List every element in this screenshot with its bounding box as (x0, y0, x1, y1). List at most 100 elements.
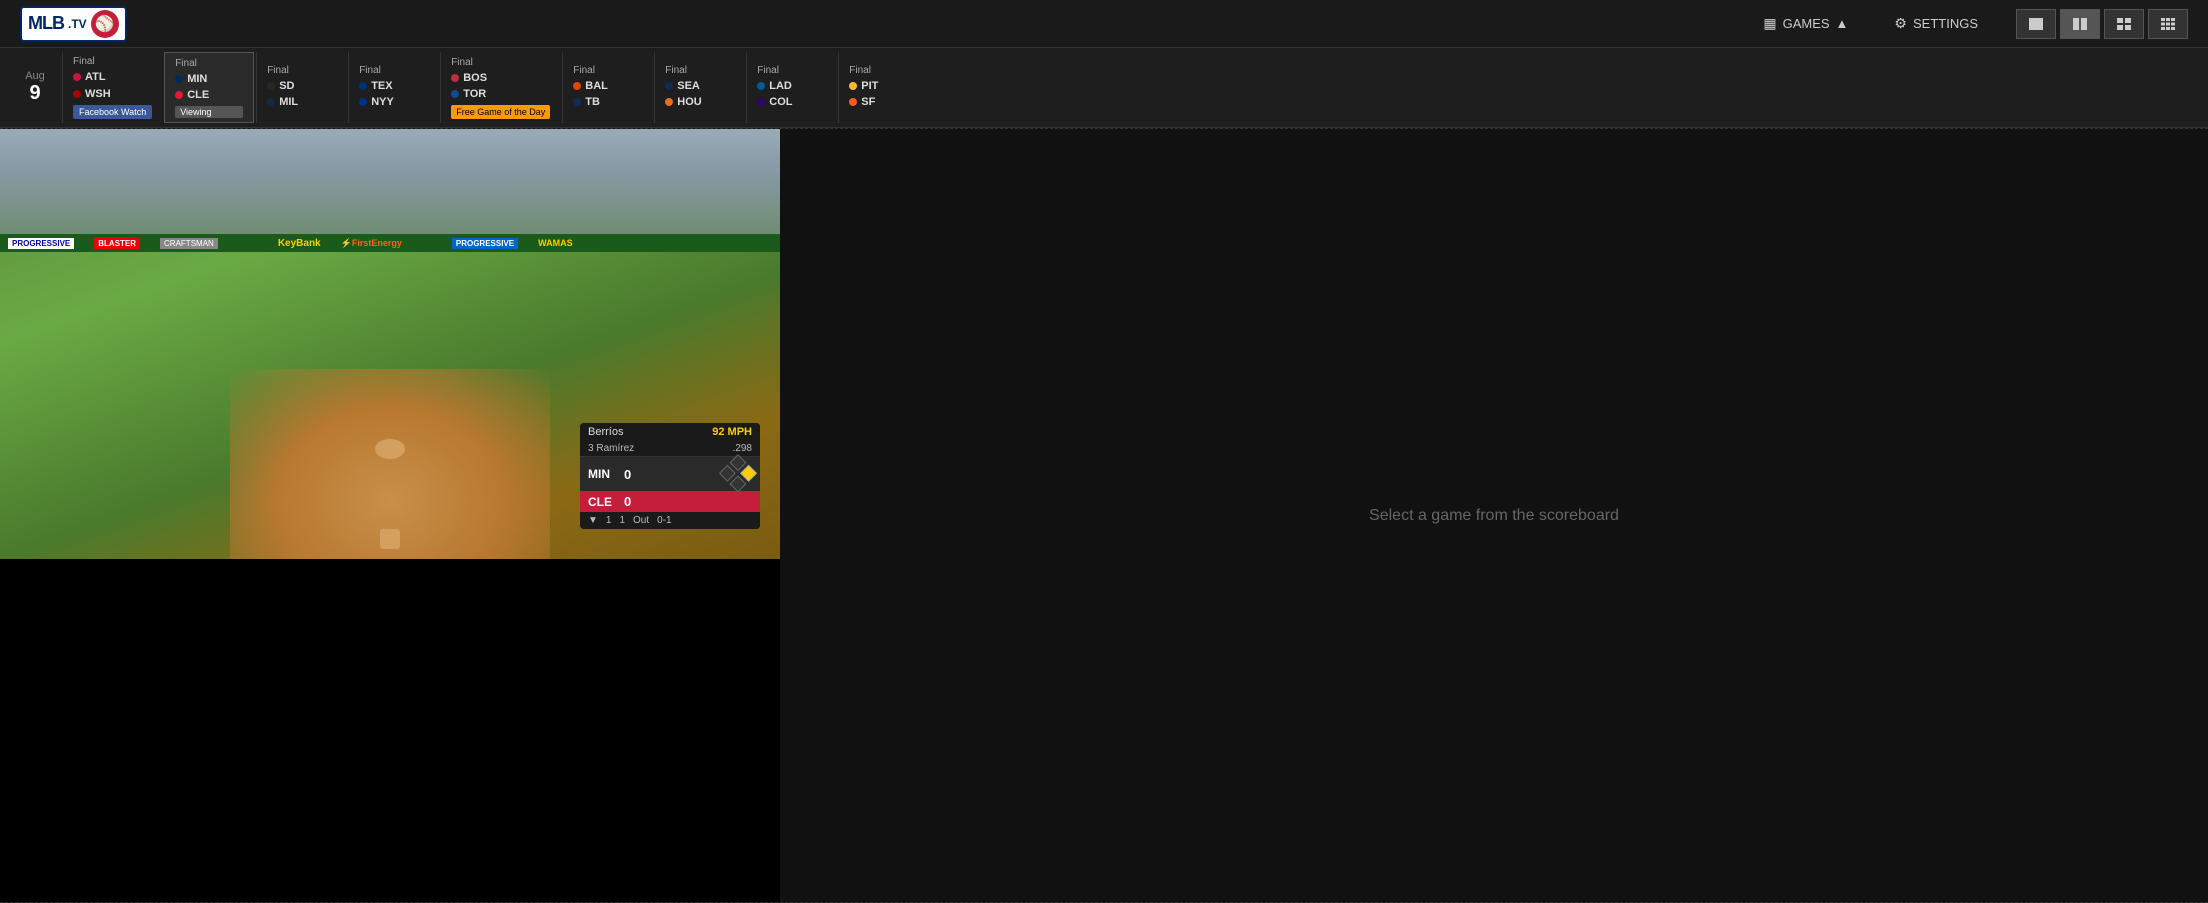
game-cell-lad-col[interactable]: Final LAD COL (746, 52, 836, 123)
away-team-dot (665, 82, 673, 90)
away-abbr: ATL (85, 69, 106, 86)
game-status: Final (451, 57, 550, 68)
away-abbr: SEA (677, 78, 700, 95)
view-quad-button[interactable] (2104, 9, 2144, 39)
batter-info: 3 Ramírez .298 (580, 441, 760, 457)
home-score: 0 (624, 494, 644, 509)
grid-icon: ▦ (1763, 15, 1776, 32)
facebook-watch-badge: Facebook Watch (73, 105, 152, 119)
game-status: Final (73, 56, 152, 67)
home-abbr: MIL (279, 94, 298, 111)
home-team: SF (849, 94, 918, 111)
home-team-dot (73, 90, 81, 98)
score-overlay: Berríos 92 MPH 3 Ramírez .298 MIN 0 (580, 423, 760, 529)
home-team: TB (573, 94, 642, 111)
count: 0-1 (657, 515, 671, 526)
away-team: SEA (665, 78, 734, 95)
viewing-badge: Viewing (175, 106, 243, 118)
view-controls (2016, 9, 2188, 39)
home-abbr: WSH (85, 86, 111, 103)
mlb-logo-text: MLB (28, 13, 64, 34)
away-team-dot (451, 74, 459, 82)
select-game-text: Select a game from the scoreboard (1369, 507, 1619, 525)
game-cell-sd-mil[interactable]: Final SD MIL (256, 52, 346, 123)
mlb-logo: MLB .TV ⚾ (20, 6, 127, 42)
home-abbr: NYY (371, 94, 394, 111)
away-team-abbr: MIN (588, 467, 618, 481)
away-team-dot (359, 82, 367, 90)
away-team-dot (757, 82, 765, 90)
game-status: Final (665, 65, 734, 76)
away-abbr: TEX (371, 78, 392, 95)
game-cell-pit-sf[interactable]: Final PIT SF (838, 52, 928, 123)
inning-num: 1 (606, 515, 612, 526)
view-mosaic-button[interactable] (2148, 9, 2188, 39)
settings-label: SETTINGS (1913, 16, 1978, 31)
away-team: LAD (757, 78, 826, 95)
game-cell-bal-tb[interactable]: Final BAL TB (562, 52, 652, 123)
date-cell: Aug 9 (10, 52, 60, 123)
game-cell-tex-nyy[interactable]: Final TEX NYY (348, 52, 438, 123)
game-cell-sea-hou[interactable]: Final SEA HOU (654, 52, 744, 123)
games-button[interactable]: ▦ GAMES ▲ (1755, 11, 1856, 36)
score-footer: ▼ 1 1 Out 0-1 (580, 512, 760, 529)
home-team: NYY (359, 94, 428, 111)
top-nav: MLB .TV ⚾ ▦ GAMES ▲ ⚙ SETTINGS (0, 0, 2208, 48)
view-double-button[interactable] (2060, 9, 2100, 39)
bases-display (718, 454, 758, 494)
nav-right: ▦ GAMES ▲ ⚙ SETTINGS (1755, 9, 2188, 39)
game-status: Final (359, 65, 428, 76)
batter-num: 3 (588, 443, 594, 454)
game-cell-bos-tor[interactable]: Final BOS TOR Free Game of the Day (440, 52, 560, 123)
home-score-row: CLE 0 (580, 491, 760, 512)
wall-ads: PROGRESSIVE BLASTER CRAFTSMAN KeyBank ⚡F… (0, 234, 780, 252)
main-content: PROGRESSIVE BLASTER CRAFTSMAN KeyBank ⚡F… (0, 129, 2208, 902)
away-team: PIT (849, 78, 918, 95)
away-abbr: BAL (585, 78, 608, 95)
away-team-dot (175, 75, 183, 83)
home-abbr: TB (585, 94, 600, 111)
video-panel[interactable]: PROGRESSIVE BLASTER CRAFTSMAN KeyBank ⚡F… (0, 129, 780, 902)
date-day: 9 (29, 82, 40, 105)
home-abbr: SF (861, 94, 875, 111)
gear-icon: ⚙ (1894, 15, 1907, 32)
away-score-row: MIN 0 (580, 457, 760, 491)
home-team-dot (451, 90, 459, 98)
outs-label: Out (633, 515, 649, 526)
away-team: SD (267, 78, 336, 95)
away-team-dot (573, 82, 581, 90)
game-cell-min-cle[interactable]: Final MIN CLE Viewing (164, 52, 254, 123)
away-team: BAL (573, 78, 642, 95)
score-header: Berríos 92 MPH (580, 423, 760, 441)
game-status: Final (573, 65, 642, 76)
game-status: Final (849, 65, 918, 76)
away-abbr: LAD (769, 78, 792, 95)
home-team: WSH (73, 86, 152, 103)
home-team-dot (849, 98, 857, 106)
batter-name: Ramírez (596, 443, 634, 454)
away-abbr: PIT (861, 78, 878, 95)
home-team-dot (267, 98, 275, 106)
crowd-area (0, 129, 780, 249)
right-panel: Select a game from the scoreboard (780, 129, 2208, 902)
home-abbr: HOU (677, 94, 701, 111)
home-team-dot (757, 98, 765, 106)
view-single-button[interactable] (2016, 9, 2056, 39)
away-abbr: SD (279, 78, 294, 95)
away-team: MIN (175, 71, 243, 88)
chevron-up-icon: ▲ (1836, 16, 1849, 31)
baseball-icon: ⚾ (91, 10, 119, 38)
away-team-dot (267, 82, 275, 90)
away-team: BOS (451, 70, 550, 87)
games-label: GAMES (1783, 16, 1830, 31)
away-team: TEX (359, 78, 428, 95)
video-wrapper: PROGRESSIVE BLASTER CRAFTSMAN KeyBank ⚡F… (0, 129, 780, 559)
away-team-dot (849, 82, 857, 90)
home-team: CLE (175, 87, 243, 104)
pitch-speed: 92 MPH (712, 426, 752, 438)
home-team-abbr: CLE (588, 495, 618, 509)
away-team: ATL (73, 69, 152, 86)
settings-button[interactable]: ⚙ SETTINGS (1886, 11, 1986, 36)
game-cell-atl-wsh[interactable]: Final ATL WSH Facebook Watch (62, 52, 162, 123)
away-abbr: MIN (187, 71, 207, 88)
